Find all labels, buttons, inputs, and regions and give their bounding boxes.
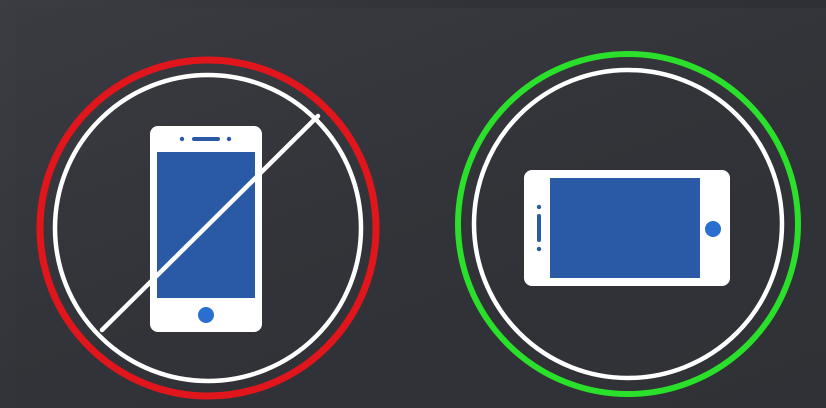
orientation-instruction-graphic <box>0 0 826 408</box>
phone-sensor-dot <box>536 246 542 252</box>
phone-sensor-dot <box>226 136 232 142</box>
landscape-phone-allowed-icon <box>455 51 801 397</box>
phone-speaker <box>537 214 541 242</box>
phone-screen <box>550 178 700 278</box>
phone-camera-dot <box>536 204 542 210</box>
landscape-phone <box>524 170 730 286</box>
portrait-phone-prohibited-icon <box>36 56 380 400</box>
phone-home-button <box>198 307 214 323</box>
phone-camera-dot <box>179 136 185 142</box>
phone-home-button <box>705 221 721 237</box>
orientation-icons-svg <box>36 51 801 400</box>
phone-speaker <box>192 137 220 141</box>
